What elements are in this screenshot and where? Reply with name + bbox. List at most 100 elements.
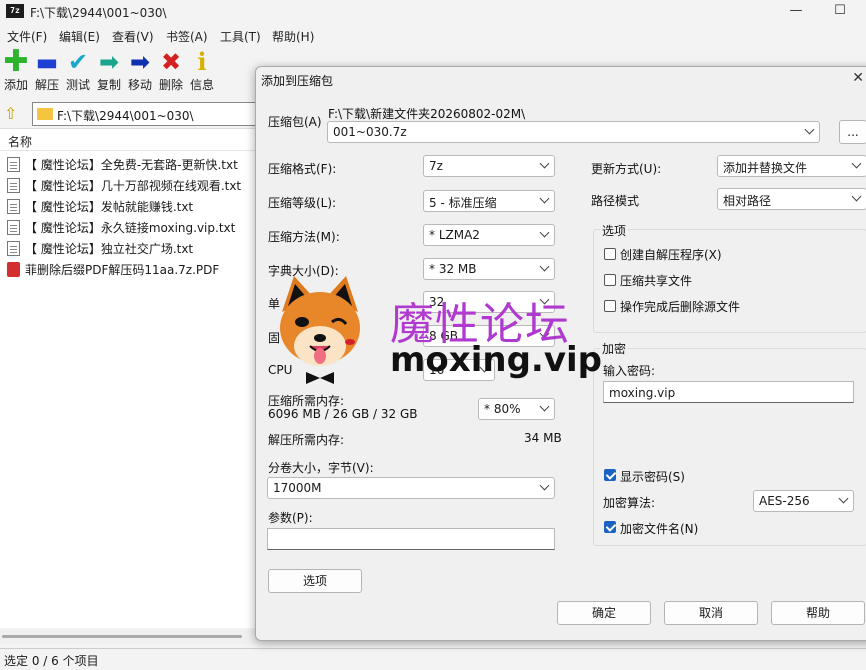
mem-detail: 6096 MB / 26 GB / 32 GB — [268, 407, 418, 421]
close-icon[interactable]: ✕ — [852, 70, 864, 86]
delete-button[interactable]: ✖ 删除 — [156, 48, 186, 96]
column-name-label: 名称 — [8, 135, 33, 149]
file-row[interactable]: 【 魔性论坛】独立社交广场.txt — [0, 238, 260, 258]
scroll-thumb[interactable] — [2, 635, 242, 638]
file-name: 【 魔性论坛】独立社交广场.txt — [25, 242, 194, 256]
algorithm-combo[interactable]: AES-256 — [753, 490, 854, 512]
test-button[interactable]: ✔ 测试 — [63, 48, 93, 96]
menu-help[interactable]: 帮助(H) — [272, 28, 314, 45]
encryption-group-label: 加密 — [600, 340, 629, 357]
level-combo[interactable]: 5 - 标准压缩 — [423, 190, 555, 212]
file-row[interactable]: 【 魔性论坛】发帖就能赚钱.txt — [0, 196, 260, 216]
help-button[interactable]: 帮助 — [771, 601, 865, 625]
params-input[interactable] — [267, 528, 555, 550]
text-file-icon — [7, 157, 20, 172]
maximize-button[interactable]: ☐ — [820, 2, 860, 22]
copy-button[interactable]: ➡ 复制 — [94, 48, 124, 96]
file-row[interactable]: 【 魔性论坛】全免费-无套路-更新快.txt — [0, 154, 260, 174]
menu-edit[interactable]: 编辑(E) — [59, 28, 100, 45]
text-file-icon — [7, 178, 20, 193]
horizontal-scrollbar[interactable] — [0, 630, 260, 644]
copy-arrow-icon: ➡ — [98, 48, 120, 76]
update-mode-combo[interactable]: 添加并替换文件 — [717, 155, 866, 177]
chevron-down-icon — [838, 493, 849, 504]
menu-tools[interactable]: 工具(T) — [220, 28, 261, 45]
delete-x-icon: ✖ — [160, 48, 182, 76]
params-label: 参数(P): — [268, 511, 313, 525]
info-label: 信息 — [189, 78, 214, 92]
path-mode-value: 相对路径 — [723, 194, 772, 208]
test-label: 测试 — [65, 78, 90, 92]
decomp-mem-label: 解压所需内存: — [268, 433, 345, 447]
folder-up-icon[interactable]: ⇧ — [4, 105, 22, 123]
method-value: * LZMA2 — [429, 228, 480, 242]
move-button[interactable]: ➡ 移动 — [125, 48, 155, 96]
dialog-title: 添加到压缩包 — [261, 74, 334, 88]
watermark-en: moxing.vip — [390, 340, 602, 380]
file-list: 名称 【 魔性论坛】全免费-无套路-更新快.txt 【 魔性论坛】几十万部视频在… — [0, 128, 260, 628]
options-group-label: 选项 — [600, 222, 629, 239]
text-file-icon — [7, 199, 20, 214]
password-input[interactable]: moxing.vip — [603, 381, 854, 403]
browse-button[interactable]: ... — [839, 120, 866, 144]
format-value: 7z — [429, 159, 443, 173]
encrypt-names-checkbox[interactable] — [604, 521, 616, 533]
file-row[interactable]: 【 魔性论坛】永久链接moxing.vip.txt — [0, 217, 260, 237]
archive-name-combo[interactable]: 001~030.7z — [327, 121, 820, 143]
file-name: 【 魔性论坛】几十万部视频在线观看.txt — [25, 179, 242, 193]
split-label: 分卷大小，字节(V): — [268, 461, 374, 475]
extract-button[interactable]: ▬ 解压 — [32, 48, 62, 96]
address-input[interactable]: F:\下载\2944\001~030\ — [32, 102, 262, 126]
chevron-down-icon — [539, 261, 550, 272]
password-label: 输入密码: — [603, 364, 656, 378]
sfx-checkbox[interactable] — [604, 248, 616, 260]
add-label: 添加 — [3, 78, 28, 92]
file-name: 【 魔性论坛】全免费-无套路-更新快.txt — [25, 158, 238, 172]
dict-combo[interactable]: * 32 MB — [423, 258, 555, 280]
shiba-mascot-logo — [280, 276, 360, 384]
format-label: 压缩格式(F): — [268, 162, 337, 176]
menu-view[interactable]: 查看(V) — [112, 28, 154, 45]
method-combo[interactable]: * LZMA2 — [423, 224, 555, 246]
move-label: 移动 — [127, 78, 152, 92]
archive-name-value: 001~030.7z — [333, 125, 407, 139]
options-button[interactable]: 选项 — [268, 569, 362, 593]
chevron-down-icon — [539, 193, 550, 204]
ok-button[interactable]: 确定 — [557, 601, 651, 625]
menubar: 文件(F) 编辑(E) 查看(V) 书签(A) 工具(T) 帮助(H) — [0, 26, 866, 46]
file-row[interactable]: 【 魔性论坛】几十万部视频在线观看.txt — [0, 175, 260, 195]
shared-checkbox[interactable] — [604, 274, 616, 286]
archive-dir: F:\下载\新建文件夹20260802-02M\ — [328, 107, 526, 121]
cancel-button[interactable]: 取消 — [664, 601, 758, 625]
chevron-down-icon — [804, 124, 815, 135]
file-name: 【 魔性论坛】永久链接moxing.vip.txt — [25, 221, 236, 235]
chevron-down-icon — [851, 158, 862, 169]
add-button[interactable]: ✚ 添加 — [1, 44, 31, 96]
column-header-name[interactable]: 名称 — [0, 129, 260, 151]
path-mode-combo[interactable]: 相对路径 — [717, 188, 866, 210]
mem-combo[interactable]: * 80% — [478, 398, 555, 420]
path-mode-label: 路径模式 — [591, 194, 640, 208]
format-combo[interactable]: 7z — [423, 155, 555, 177]
copy-label: 复制 — [96, 78, 121, 92]
check-icon: ✔ — [67, 48, 89, 76]
shared-label: 压缩共享文件 — [620, 274, 693, 288]
app-icon: 7z — [6, 4, 24, 18]
info-button[interactable]: i 信息 — [187, 48, 217, 96]
encrypt-names-label: 加密文件名(N) — [620, 522, 699, 536]
text-file-icon — [7, 220, 20, 235]
minimize-button[interactable]: — — [776, 2, 816, 22]
algorithm-label: 加密算法: — [603, 496, 656, 510]
delete-after-checkbox[interactable] — [604, 300, 616, 312]
menu-bookmarks[interactable]: 书签(A) — [166, 28, 208, 45]
show-password-checkbox[interactable] — [604, 469, 616, 481]
level-value: 5 - 标准压缩 — [429, 196, 497, 210]
file-row[interactable]: 菲删除后缀PDF解压码11aa.7z.PDF — [0, 259, 260, 279]
menu-file[interactable]: 文件(F) — [7, 28, 47, 45]
text-file-icon — [7, 241, 20, 256]
split-combo[interactable]: 17000M — [267, 477, 555, 499]
plus-icon: ✚ — [3, 44, 29, 79]
update-mode-label: 更新方式(U): — [591, 162, 662, 176]
address-text: F:\下载\2944\001~030\ — [57, 109, 194, 123]
show-password-label: 显示密码(S) — [620, 470, 685, 484]
